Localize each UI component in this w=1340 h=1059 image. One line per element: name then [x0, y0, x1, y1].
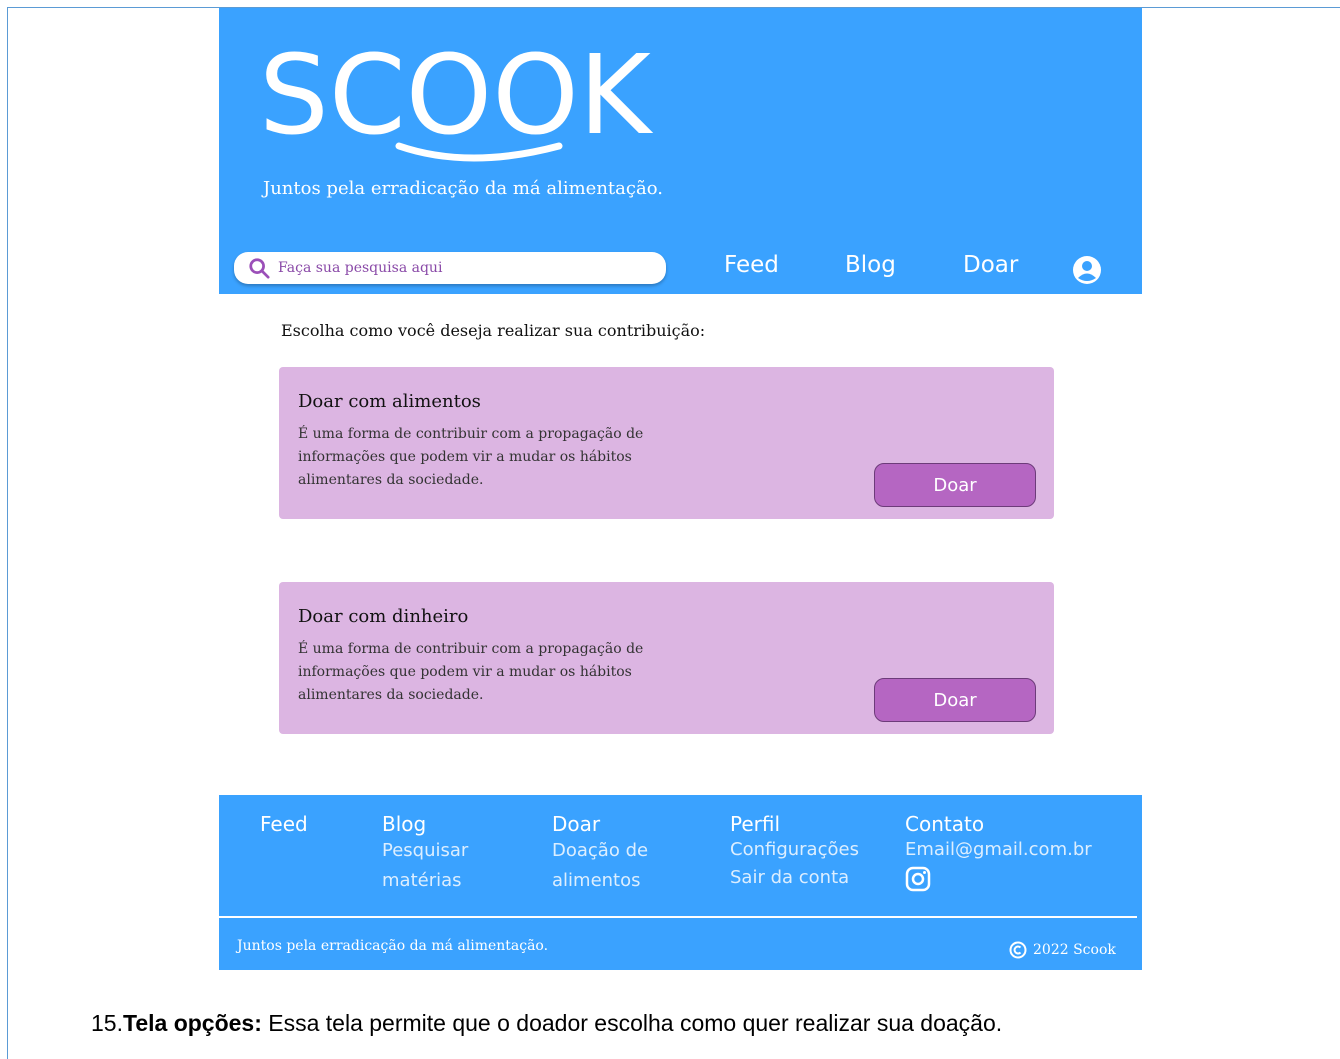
card-description-line: informações que podem vir a mudar os háb… — [298, 664, 632, 680]
donation-option-money: Doar com dinheiro É uma forma de contrib… — [279, 582, 1054, 734]
brand-logo-text: SCOOK — [259, 38, 654, 159]
instagram-icon[interactable] — [905, 866, 931, 892]
nav-blog[interactable]: Blog — [845, 252, 896, 278]
footer-col-feed: Feed — [260, 812, 308, 836]
page-prompt: Escolha como você deseja realizar sua co… — [281, 321, 706, 340]
nav-doar[interactable]: Doar — [963, 252, 1018, 278]
footer-heading-doar[interactable]: Doar — [552, 812, 648, 836]
search-icon — [249, 258, 270, 279]
footer-link-food-donation[interactable]: Doação de alimentos — [552, 836, 648, 896]
card-description: É uma forma de contribuir com a propagaç… — [298, 423, 678, 492]
footer-link-line: Pesquisar — [382, 840, 469, 861]
search-bar[interactable] — [234, 252, 666, 284]
header-tagline: Juntos pela erradicação da má alimentaçã… — [263, 178, 663, 199]
card-description-line: informações que podem vir a mudar os háb… — [298, 449, 632, 465]
footer-link-line: alimentos — [552, 870, 641, 891]
card-description-line: É uma forma de contribuir com a propagaç… — [298, 426, 644, 442]
caption-bold: Tela opções: — [122, 1010, 262, 1036]
footer-link-feed[interactable]: Feed — [260, 812, 308, 836]
footer-link-line: Doação de — [552, 840, 649, 861]
card-description-line: alimentares da sociedade. — [298, 687, 484, 703]
header: SCOOK Juntos pela erradicação da má alim… — [219, 8, 1142, 294]
copyright-icon — [1009, 941, 1027, 959]
caption-number: 15. — [91, 1010, 123, 1036]
donate-money-button[interactable]: Doar — [874, 678, 1036, 722]
card-description-line: alimentares da sociedade. — [298, 472, 484, 488]
footer: Feed Blog Pesquisar matérias Doar Doação… — [219, 795, 1142, 970]
footer-heading-blog[interactable]: Blog — [382, 812, 468, 836]
footer-heading-contato: Contato — [905, 812, 985, 836]
footer-divider — [219, 916, 1137, 918]
footer-tagline: Juntos pela erradicação da má alimentaçã… — [237, 938, 549, 954]
donation-option-food: Doar com alimentos É uma forma de contri… — [279, 367, 1054, 519]
footer-col-contato: Contato Email@gmail.com.br — [905, 812, 1092, 892]
card-description: É uma forma de contribuir com a propagaç… — [298, 638, 678, 707]
card-title: Doar com dinheiro — [298, 606, 469, 627]
donate-food-button[interactable]: Doar — [874, 463, 1036, 507]
footer-link-logout[interactable]: Sair da conta — [730, 864, 859, 892]
footer-link-search-articles[interactable]: Pesquisar matérias — [382, 836, 468, 896]
footer-copyright: 2022 Scook — [1009, 941, 1116, 959]
caption-text: Essa tela permite que o doador escolha c… — [261, 1010, 1003, 1036]
user-circle-icon[interactable] — [1072, 255, 1102, 285]
footer-heading-perfil[interactable]: Perfil — [730, 812, 859, 836]
footer-link-settings[interactable]: Configurações — [730, 836, 859, 864]
search-input[interactable] — [278, 256, 648, 280]
nav-feed[interactable]: Feed — [724, 252, 779, 278]
footer-col-doar: Doar Doação de alimentos — [552, 812, 648, 896]
brand-logo: SCOOK — [259, 38, 654, 162]
card-title: Doar com alimentos — [298, 391, 481, 412]
copyright-text: 2022 Scook — [1033, 942, 1116, 958]
footer-col-perfil: Perfil Configurações Sair da conta — [730, 812, 859, 892]
card-description-line: É uma forma de contribuir com a propagaç… — [298, 641, 644, 657]
figure-caption: 15.Tela opções: Essa tela permite que o … — [91, 1010, 1002, 1037]
footer-col-blog: Blog Pesquisar matérias — [382, 812, 468, 896]
footer-email[interactable]: Email@gmail.com.br — [905, 836, 1092, 864]
footer-link-line: matérias — [382, 870, 462, 891]
